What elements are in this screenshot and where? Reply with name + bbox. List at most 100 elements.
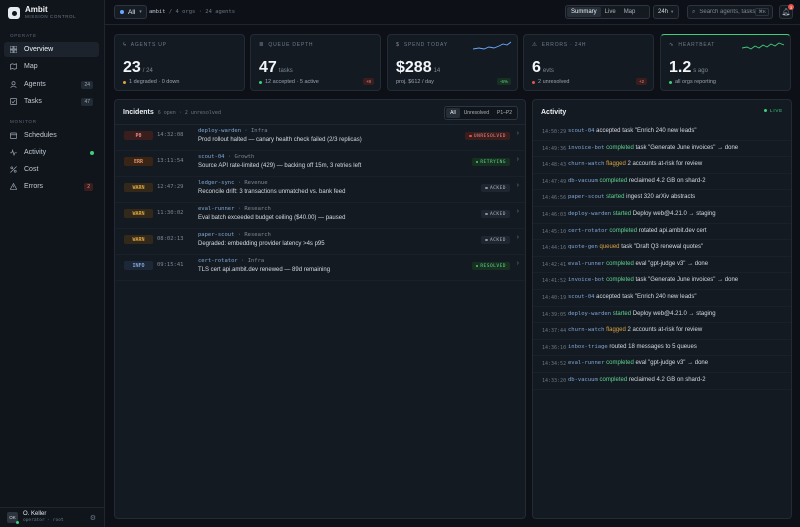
chevron-right-icon[interactable]: › — [517, 208, 519, 215]
breadcrumb-root[interactable]: ambit — [149, 9, 166, 15]
incident-row[interactable]: WARN 12:47:29 ledger-sync · Revenue Reco… — [115, 177, 525, 203]
time-range-select[interactable]: 24h ▾ — [653, 5, 679, 19]
view-live-button[interactable]: Live — [601, 7, 620, 17]
activity-agent[interactable]: eval-runner — [568, 261, 604, 267]
activity-agent[interactable]: invoice-bot — [568, 145, 604, 151]
kpi-heartbeat[interactable]: ∿ HEARTBEAT 1.2 s ago all orgs reporting — [660, 34, 791, 91]
chevron-right-icon[interactable]: › — [517, 156, 519, 163]
activity-agent[interactable]: quote-gen — [568, 244, 598, 250]
sidebar-item-tasks[interactable]: Tasks 47 — [4, 94, 99, 109]
activity-text: paper-scout started ingest 320 arXiv abs… — [568, 194, 695, 200]
activity-agent[interactable]: deploy-warden — [568, 211, 611, 217]
activity-agent[interactable]: paper-scout — [568, 194, 604, 200]
incident-row[interactable]: WARN 08:02:13 paper-scout · Research Deg… — [115, 229, 525, 255]
search-input[interactable] — [699, 9, 756, 15]
filter-p1-p2-button[interactable]: P1–P2 — [493, 108, 516, 118]
status-badge: ACKED — [481, 210, 510, 218]
view-summary-button[interactable]: Summary — [567, 7, 601, 17]
incident-row[interactable]: P0 14:32:08 deploy-warden · Infra Prod r… — [115, 125, 525, 151]
activity-row[interactable]: 14:33:20 db-vacuum completed reclaimed 4.… — [533, 373, 791, 390]
sidebar-item-map[interactable]: Map — [4, 59, 99, 74]
incidents-title: Incidents 6 open · 2 unresolved — [123, 109, 221, 116]
activity-verb: flagged — [606, 161, 626, 168]
activity-row[interactable]: 14:41:52 invoice-bot completed task "Gene… — [533, 273, 791, 290]
activity-row[interactable]: 14:36:10 inbox-triage routed 18 messages … — [533, 340, 791, 357]
incident-time: 13:11:54 — [157, 158, 184, 164]
activity-row[interactable]: 14:46:56 paper-scout started ingest 320 a… — [533, 190, 791, 207]
activity-agent[interactable]: db-vacuum — [568, 377, 598, 383]
heartbeat-sparkline — [742, 42, 784, 50]
activity-agent[interactable]: db-vacuum — [568, 178, 598, 184]
view-map-button[interactable]: Map — [620, 7, 640, 17]
kpi-label: ∿ HEARTBEAT — [669, 42, 716, 48]
calendar-icon — [10, 132, 17, 139]
agents-count-badge: 24 — [81, 80, 93, 89]
filter-all-button[interactable]: All — [446, 108, 460, 118]
activity-row[interactable]: 14:50:29 scout-04 accepted task "Enrich 2… — [533, 124, 791, 141]
chevron-right-icon[interactable]: › — [517, 234, 519, 241]
activity-agent[interactable]: churn-watch — [568, 327, 604, 333]
activity-agent[interactable]: eval-runner — [568, 360, 604, 366]
activity-agent[interactable]: churn-watch — [568, 161, 604, 167]
sidebar-item-label: Agents — [24, 81, 46, 88]
chevron-right-icon[interactable]: › — [517, 130, 519, 137]
warning-icon: ⚠ — [532, 42, 538, 48]
kpi-errors[interactable]: ⚠ ERRORS · 24H 6 evts 2 unresolved +2 — [523, 34, 654, 91]
activity-row[interactable]: 14:48:43 churn-watch flagged 2 accounts a… — [533, 157, 791, 174]
breadcrumb-separator: / — [168, 9, 173, 15]
activity-agent[interactable]: cert-rotator — [568, 228, 608, 234]
activity-row[interactable]: 14:49:36 invoice-bot completed task "Gene… — [533, 141, 791, 158]
activity-agent[interactable]: scout-04 — [568, 128, 595, 134]
status-badge: UNRESOLVED — [465, 132, 510, 140]
activity-row[interactable]: 14:42:41 eval-runner completed eval "gpt-… — [533, 257, 791, 274]
sidebar-item-errors[interactable]: Errors 2 — [4, 179, 99, 194]
activity-text: scout-04 accepted task "Enrich 240 new l… — [568, 294, 697, 300]
gear-icon[interactable]: ⚙ — [90, 514, 96, 522]
notifications-button[interactable]: 🔔︎ 3 — [779, 4, 794, 19]
incident-row[interactable]: INFO 09:15:41 cert-rotator · Infra TLS c… — [115, 255, 525, 281]
activity-agent[interactable]: inbox-triage — [568, 344, 608, 350]
activity-verb: started — [612, 310, 632, 317]
sidebar-item-overview[interactable]: Overview — [4, 42, 99, 57]
brand[interactable]: Ambit MISSION CONTROL — [8, 6, 76, 20]
incident-row[interactable]: WARN 11:30:02 eval-runner · Research Eva… — [115, 203, 525, 229]
org-select[interactable]: All ▾ — [114, 5, 147, 19]
chevron-right-icon[interactable]: › — [517, 182, 519, 189]
chevron-right-icon[interactable]: › — [517, 260, 519, 267]
activity-row[interactable]: 14:34:52 eval-runner completed eval "gpt-… — [533, 356, 791, 373]
filter-unresolved-button[interactable]: Unresolved — [460, 108, 493, 118]
sidebar-item-agents[interactable]: Agents 24 — [4, 77, 99, 92]
activity-row[interactable]: 14:46:03 deploy-warden started Deploy web… — [533, 207, 791, 224]
activity-text: db-vacuum completed reclaimed 4.2 GB on … — [568, 377, 706, 383]
user-profile[interactable]: OK O. Keller operator · root ⚙ — [0, 507, 105, 527]
activity-agent[interactable]: scout-04 — [568, 294, 595, 300]
activity-row[interactable]: 14:47:49 db-vacuum completed reclaimed 4.… — [533, 174, 791, 191]
kpi-value: 47 tasks — [259, 59, 293, 76]
kpi-foot: 2 unresolved — [532, 79, 570, 85]
live-indicator-dot — [90, 150, 94, 155]
activity-text: churn-watch flagged 2 accounts at-risk f… — [568, 161, 702, 167]
activity-row[interactable]: 14:40:19 scout-04 accepted task "Enrich 2… — [533, 290, 791, 307]
activity-row[interactable]: 14:45:10 cert-rotator completed rotated a… — [533, 224, 791, 241]
brand-logo-icon — [8, 7, 20, 19]
kpi-agents-up[interactable]: ϟ AGENTS UP 23/ 24 1 degraded · 0 down — [114, 34, 245, 91]
incident-row[interactable]: ERR 13:11:54 scout-04 · Growth Source AP… — [115, 151, 525, 177]
sidebar-item-label: Schedules — [24, 132, 57, 139]
incident-message: Eval batch exceeded budget ceiling ($40.… — [198, 215, 346, 221]
activity-agent[interactable]: deploy-warden — [568, 311, 611, 317]
kpi-delta-badge: +8 — [362, 78, 374, 85]
pulse-icon: ∿ — [669, 42, 675, 48]
activity-agent[interactable]: invoice-bot — [568, 277, 604, 283]
sidebar-item-schedules[interactable]: Schedules — [4, 128, 99, 143]
sidebar-item-cost[interactable]: Cost — [4, 162, 99, 177]
activity-detail: task "Enrich 240 new leads" — [622, 128, 697, 134]
sidebar-item-activity[interactable]: Activity — [4, 145, 99, 160]
search-box: ⌕ ⌘K — [687, 5, 773, 19]
kpi-queue-depth[interactable]: ≣ QUEUE DEPTH 47 tasks 12 accepted · 5 act… — [250, 34, 381, 91]
activity-row[interactable]: 14:44:16 quote-gen queued task "Draft Q3 … — [533, 240, 791, 257]
layers-icon: ≣ — [259, 42, 265, 48]
kpi-label: ≣ QUEUE DEPTH — [259, 42, 314, 48]
activity-row[interactable]: 14:37:44 churn-watch flagged 2 accounts a… — [533, 323, 791, 340]
activity-row[interactable]: 14:39:05 deploy-warden started Deploy web… — [533, 307, 791, 324]
kpi-spend-today[interactable]: $ SPEND TODAY $288 14 proj. $612 / day -6% — [387, 34, 518, 91]
